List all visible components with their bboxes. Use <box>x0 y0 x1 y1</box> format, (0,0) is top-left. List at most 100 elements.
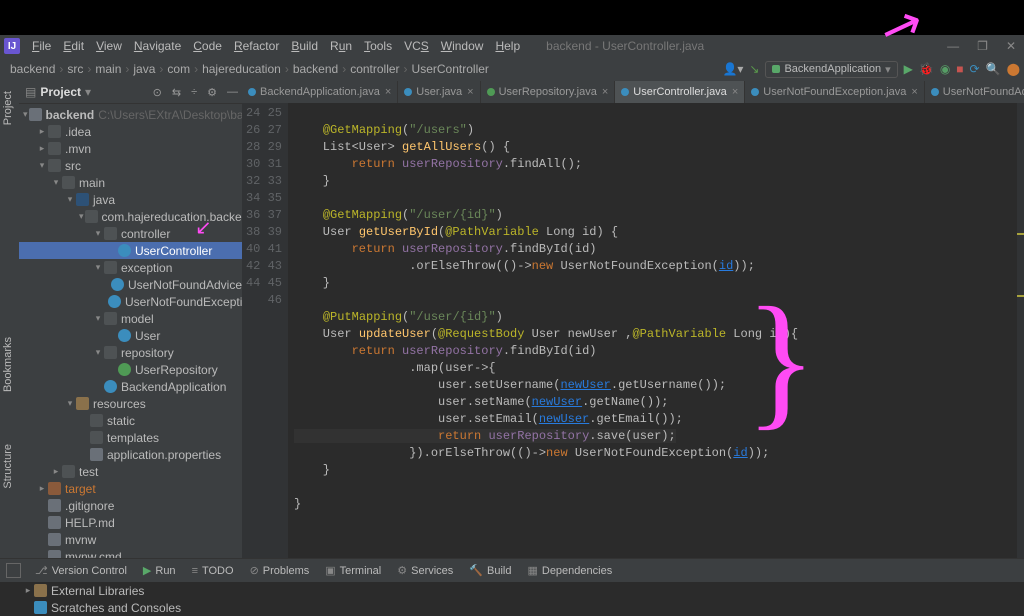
tree-node-external-libraries[interactable]: External Libraries <box>19 582 242 599</box>
expand-all-icon[interactable]: ⇆ <box>172 86 181 99</box>
tab-backendapplication[interactable]: BackendApplication.java× <box>242 81 398 103</box>
user-icon[interactable]: 👤▾ <box>722 59 743 79</box>
left-tool-stripe: Project Bookmarks Structure <box>0 81 20 559</box>
menu-code[interactable]: Code <box>187 39 228 53</box>
hammer-icon[interactable]: ↘ <box>749 59 759 79</box>
crumb[interactable]: controller <box>346 62 403 76</box>
crumb[interactable]: backend <box>6 62 59 76</box>
toolbar-right: 👤▾ ↘ BackendApplication ▾ ▶ 🐞 ◉ ■ ⟳ 🔍 ⬤ <box>722 57 1020 81</box>
crumb[interactable]: UserController <box>408 62 493 76</box>
project-tree[interactable]: backend C:\Users\EXtrA\Desktop\backend\b… <box>19 104 242 616</box>
code-editor[interactable]: 24 25 26 27 28 29 30 31 32 33 34 35 36 3… <box>242 103 1017 559</box>
run-tab[interactable]: ▶Run <box>135 564 184 577</box>
bookmarks-tab[interactable]: Bookmarks <box>0 331 16 398</box>
crumb[interactable]: src <box>63 62 87 76</box>
tree-node[interactable]: UserRepository <box>19 361 242 378</box>
tree-node[interactable]: .mvn <box>19 140 242 157</box>
menu-run[interactable]: Run <box>324 39 358 53</box>
tree-node[interactable]: .gitignore <box>19 497 242 514</box>
settings-icon[interactable]: ⚙ <box>207 86 217 99</box>
todo-tab[interactable]: ≡TODO <box>184 565 242 577</box>
close-tab-icon[interactable]: × <box>385 86 391 98</box>
menu-build[interactable]: Build <box>285 39 324 53</box>
crumb[interactable]: com <box>163 62 194 76</box>
menu-help[interactable]: Help <box>489 39 526 53</box>
menu-bar: IJ File Edit View Navigate Code Refactor… <box>0 35 1024 58</box>
tab-user[interactable]: User.java× <box>398 81 480 103</box>
tree-node[interactable]: HELP.md <box>19 514 242 531</box>
tree-node[interactable]: main <box>19 174 242 191</box>
tab-usercontroller[interactable]: UserController.java× <box>615 81 745 103</box>
tree-node[interactable]: .idea <box>19 123 242 140</box>
debug-icon[interactable]: 🐞 <box>919 59 934 79</box>
tab-usernotfoundadvice[interactable]: UserNotFoundAdvice.java× <box>925 81 1024 103</box>
menu-window[interactable]: Window <box>435 39 490 53</box>
update-icon[interactable]: ⟳ <box>970 59 980 79</box>
run-config-combo[interactable]: BackendApplication ▾ <box>765 61 897 78</box>
minimize-icon[interactable]: — <box>947 39 959 53</box>
close-tab-icon[interactable]: × <box>602 86 608 98</box>
run-icon[interactable]: ▶ <box>904 59 913 79</box>
dependencies-tab[interactable]: ▦Dependencies <box>519 564 620 577</box>
project-title: Project <box>40 85 81 99</box>
close-tab-icon[interactable]: × <box>732 86 738 98</box>
tree-node[interactable]: src <box>19 157 242 174</box>
crumb[interactable]: hajereducation <box>198 62 285 76</box>
editor-error-stripe[interactable] <box>1017 103 1024 559</box>
menu-view[interactable]: View <box>90 39 128 53</box>
tree-node[interactable]: application.properties <box>19 446 242 463</box>
select-opened-icon[interactable]: ⊙ <box>153 86 162 99</box>
help-icon[interactable]: ⬤ <box>1007 59 1020 79</box>
close-icon[interactable]: ✕ <box>1006 39 1016 53</box>
tree-node[interactable]: UserNotFoundAdvice <box>19 276 242 293</box>
menu-navigate[interactable]: Navigate <box>128 39 187 53</box>
tree-node-usercontroller[interactable]: UserController <box>19 242 242 259</box>
services-tab[interactable]: ⚙Services <box>389 564 461 577</box>
crumb[interactable]: java <box>129 62 159 76</box>
tool-windows-icon[interactable] <box>6 563 21 578</box>
tree-node[interactable]: resources <box>19 395 242 412</box>
bottom-tool-bar: ⎇Version Control ▶Run ≡TODO ⊘Problems ▣T… <box>0 558 1024 582</box>
tree-node[interactable]: repository <box>19 344 242 361</box>
coverage-icon[interactable]: ◉ <box>940 59 950 79</box>
tree-node[interactable]: mvnw <box>19 531 242 548</box>
run-config-icon <box>772 65 780 73</box>
build-tab[interactable]: 🔨Build <box>461 564 519 577</box>
problems-tab[interactable]: ⊘Problems <box>242 564 318 577</box>
tab-usernotfoundexception[interactable]: UserNotFoundException.java× <box>745 81 925 103</box>
menu-vcs[interactable]: VCS <box>398 39 435 53</box>
tree-node[interactable]: model <box>19 310 242 327</box>
tree-node[interactable]: com.hajereducation.backend <box>19 208 242 225</box>
stop-icon[interactable]: ■ <box>956 59 963 79</box>
code-area[interactable]: @GetMapping("/users") List<User> getAllU… <box>288 103 1017 559</box>
terminal-tab[interactable]: ▣Terminal <box>317 564 389 577</box>
crumb[interactable]: backend <box>289 62 342 76</box>
menu-tools[interactable]: Tools <box>358 39 398 53</box>
menu-file[interactable]: File <box>26 39 57 53</box>
structure-tab[interactable]: Structure <box>0 438 16 495</box>
tree-node-scratches[interactable]: Scratches and Consoles <box>19 599 242 616</box>
tree-node[interactable]: BackendApplication <box>19 378 242 395</box>
close-tab-icon[interactable]: × <box>911 86 917 98</box>
menu-edit[interactable]: Edit <box>57 39 90 53</box>
crumb[interactable]: main <box>91 62 125 76</box>
collapse-icon[interactable]: ÷ <box>191 86 197 98</box>
tree-node[interactable]: UserNotFoundException <box>19 293 242 310</box>
project-tab[interactable]: Project <box>0 85 16 131</box>
menu-refactor[interactable]: Refactor <box>228 39 285 53</box>
tree-node[interactable]: exception <box>19 259 242 276</box>
tree-node[interactable]: User <box>19 327 242 344</box>
tab-userrepository[interactable]: UserRepository.java× <box>481 81 616 103</box>
version-control-tab[interactable]: ⎇Version Control <box>27 564 135 577</box>
tree-node[interactable]: controller <box>19 225 242 242</box>
tree-node[interactable]: static <box>19 412 242 429</box>
tree-node[interactable]: templates <box>19 429 242 446</box>
maximize-icon[interactable]: ❐ <box>977 39 988 53</box>
tree-node[interactable]: java <box>19 191 242 208</box>
tree-node[interactable]: test <box>19 463 242 480</box>
tree-node[interactable]: target <box>19 480 242 497</box>
close-tab-icon[interactable]: × <box>467 86 473 98</box>
tree-node-root[interactable]: backend C:\Users\EXtrA\Desktop\backend\b… <box>19 106 242 123</box>
hide-icon[interactable]: — <box>227 86 238 98</box>
search-icon[interactable]: 🔍 <box>986 59 1001 79</box>
